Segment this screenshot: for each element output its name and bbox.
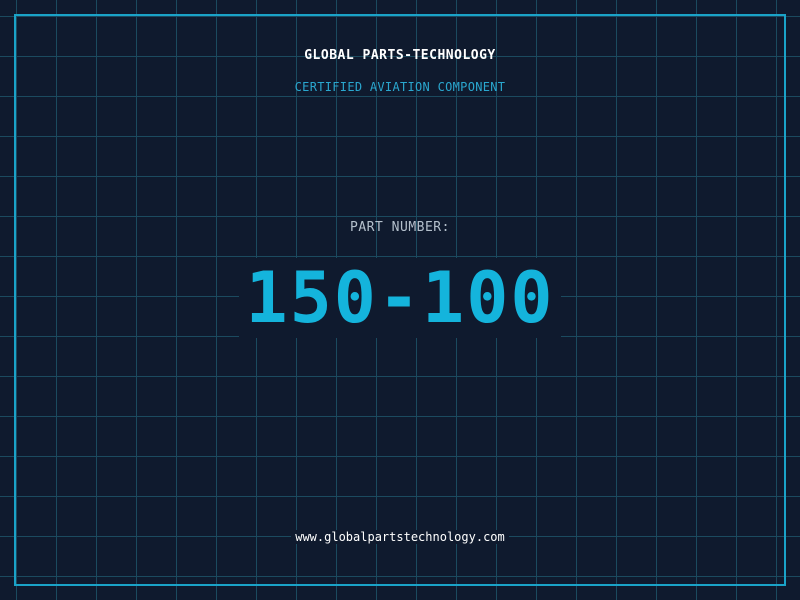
part-number-value: 150-100 <box>239 258 561 338</box>
certification-subtitle: CERTIFIED AVIATION COMPONENT <box>294 80 506 94</box>
website-url-container: www.globalpartstechnology.com <box>0 530 800 544</box>
company-name: GLOBAL PARTS-TECHNOLOGY <box>304 48 496 63</box>
part-number-container: 150-100 <box>0 258 800 338</box>
certificate-card: GLOBAL PARTS-TECHNOLOGY CERTIFIED AVIATI… <box>0 0 800 600</box>
website-url: www.globalpartstechnology.com <box>291 530 509 544</box>
part-number-label: PART NUMBER: <box>350 220 450 235</box>
